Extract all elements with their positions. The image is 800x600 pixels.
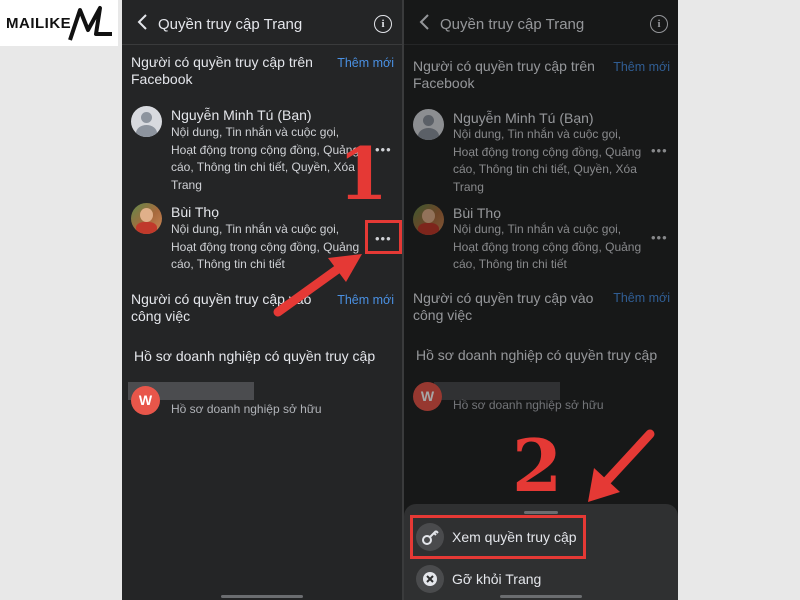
- view-access-highlight: [410, 515, 586, 559]
- step-2-arrow-icon: [588, 429, 655, 502]
- back-arrow-icon[interactable]: [134, 12, 152, 32]
- logo-text: MAILIKE: [6, 15, 72, 32]
- right-screen: Quyền truy cập Trang i Người có quyền tr…: [404, 0, 678, 600]
- home-indicator: [221, 595, 303, 598]
- step-2-number: 2: [512, 423, 563, 508]
- step-1-number: 1: [338, 131, 389, 216]
- step-1-arrow-icon: [273, 254, 362, 317]
- person-permissions: Nội dung, Tin nhắn và cuộc gọi, Hoạt độn…: [171, 125, 360, 192]
- remove-from-page-label: Gỡ khỏi Trang: [452, 571, 542, 587]
- page-title: Quyền truy cập Trang: [158, 16, 303, 33]
- sheet-handle[interactable]: [524, 511, 558, 514]
- close-circle-icon: [416, 565, 444, 593]
- ml-monogram-icon: [68, 6, 112, 41]
- more-options-highlight: [365, 220, 402, 254]
- mailike-logo: MAILIKE: [0, 0, 118, 46]
- business-avatar: W: [131, 386, 160, 415]
- header-divider: [122, 44, 402, 45]
- business-owner-label: Hồ sơ doanh nghiệp sở hữu: [171, 402, 322, 416]
- header: Quyền truy cập Trang i: [122, 0, 402, 48]
- home-indicator: [500, 595, 582, 598]
- person-name: Bùi Thọ: [171, 204, 219, 220]
- person-name: Nguyễn Minh Tú (Bạn): [171, 107, 312, 123]
- add-new-facebook-link[interactable]: Thêm mới: [337, 56, 394, 70]
- avatar-photo: [131, 203, 162, 234]
- avatar-default: [131, 106, 162, 137]
- business-section-title: Hồ sơ doanh nghiệp có quyền truy cập: [134, 348, 376, 364]
- facebook-access-section-title: Người có quyền truy cập trên Facebook: [131, 54, 313, 87]
- info-icon[interactable]: i: [374, 15, 392, 33]
- remove-from-page-menu-item[interactable]: Gỡ khỏi Trang: [412, 561, 670, 597]
